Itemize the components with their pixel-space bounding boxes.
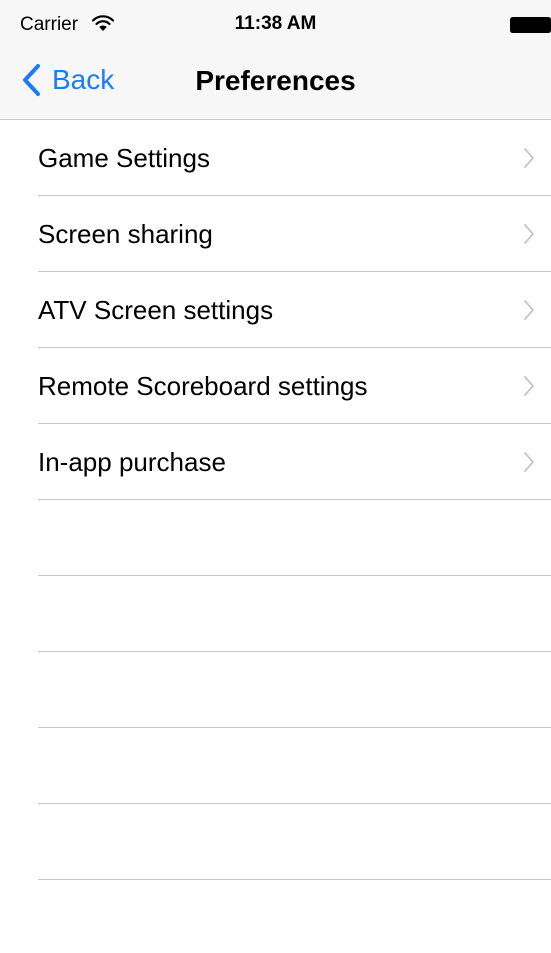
battery-icon [510,17,551,33]
empty-row [0,804,551,880]
chevron-right-icon [524,224,534,244]
list-item-screen-sharing[interactable]: Screen sharing [0,196,551,272]
status-time: 11:38 AM [234,13,317,34]
preferences-list: Game Settings Screen sharing ATV Screen … [0,120,551,880]
empty-row [0,576,551,652]
back-button[interactable]: Back [20,62,114,98]
empty-row [0,728,551,804]
top-bar: Carrier 11:38 AM Back Preferences [0,0,551,120]
back-label: Back [52,64,115,95]
list-item-label: ATV Screen settings [38,295,274,325]
chevron-right-icon [524,300,534,320]
status-bar: Carrier 11:38 AM [0,0,551,40]
list-item-in-app-purchase[interactable]: In-app purchase [0,424,551,500]
empty-row [0,652,551,728]
list-item-game-settings[interactable]: Game Settings [0,120,551,196]
chevron-right-icon [524,376,534,396]
empty-row [0,500,551,576]
list-item-label: In-app purchase [38,447,226,477]
preferences-screen: Carrier 11:38 AM Back Preferences Game S… [0,0,551,953]
chevron-right-icon [524,452,534,472]
list-item-label: Screen sharing [38,219,213,249]
chevron-right-icon [524,148,534,168]
list-item-remote-scoreboard-settings[interactable]: Remote Scoreboard settings [0,348,551,424]
list-item-atv-screen-settings[interactable]: ATV Screen settings [0,272,551,348]
list-item-label: Game Settings [38,143,210,173]
back-chevron-icon [23,64,40,96]
navigation-bar: Back Preferences [0,40,551,120]
list-item-label: Remote Scoreboard settings [38,371,368,401]
